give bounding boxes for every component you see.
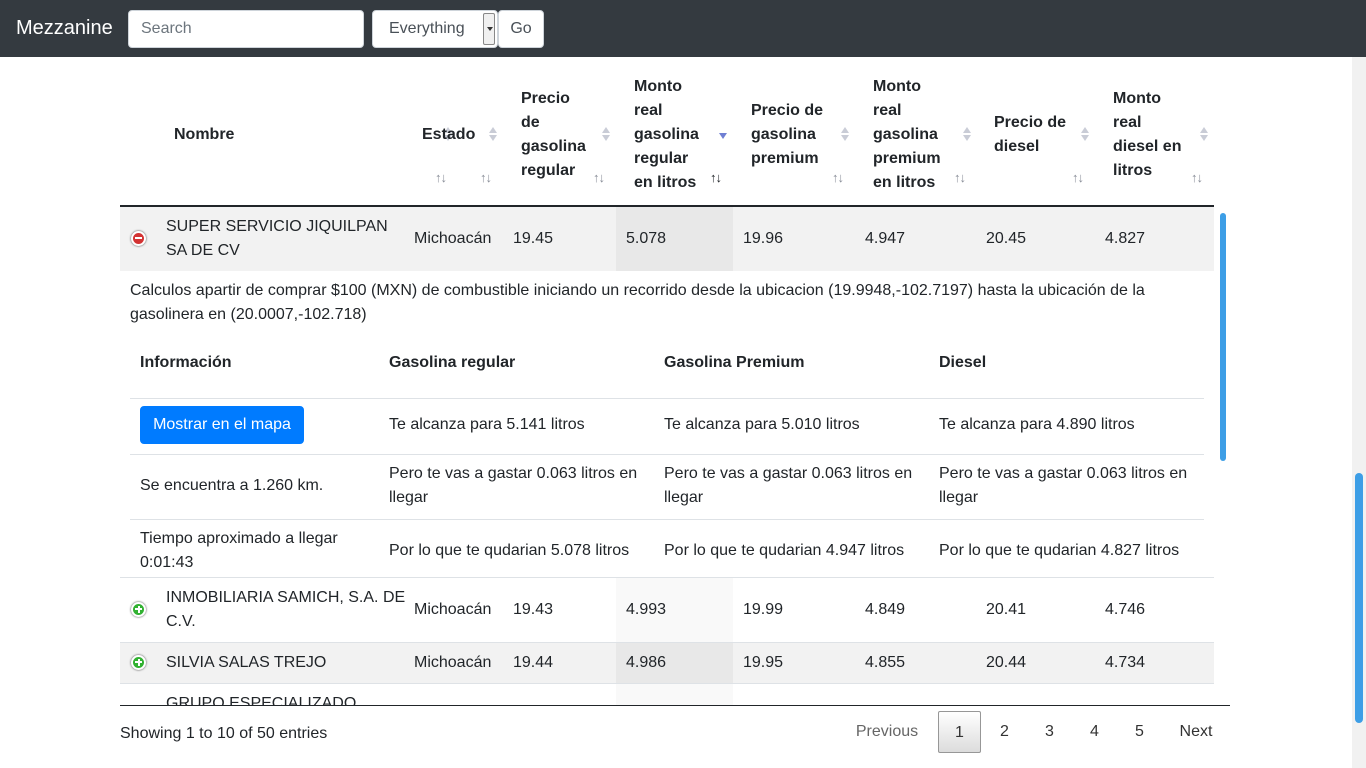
sort-desc-icon — [719, 127, 727, 143]
detail-header-regular: Gasolina regular — [389, 354, 516, 371]
sort-icon — [1200, 127, 1208, 143]
page-button-3[interactable]: 3 — [1028, 711, 1071, 753]
sort-arrows: ↑↓ — [1072, 170, 1084, 185]
column-header-monto-regular[interactable]: Monto real gasolina regular en litros ↑↓ — [634, 57, 730, 205]
table-header: Nombre ↑↓ Estado ↑↓ Precio de gasolina r… — [120, 57, 1214, 207]
chevron-down-icon[interactable] — [483, 13, 495, 45]
detail-description: Calculos apartir de comprar $100 (MXN) d… — [130, 282, 1145, 323]
row-detail: Calculos apartir de comprar $100 (MXN) d… — [120, 271, 1214, 578]
detail-row-gastar: Se encuentra a 1.260 km. Pero te vas a g… — [130, 454, 1204, 519]
column-header-precio-premium[interactable]: Precio de gasolina premium ↑↓ — [751, 57, 853, 205]
pagination: Previous 1 2 3 4 5 Next — [843, 711, 1230, 753]
cell-precio-regular: 19.43 — [513, 601, 554, 618]
collapse-row-icon[interactable] — [131, 231, 146, 246]
table-row[interactable]: GRUPO ESPECIALIZADO — [120, 683, 1214, 706]
page-button-5[interactable]: 5 — [1118, 711, 1161, 753]
detail-header-row: Información Gasolina regular Gasolina Pr… — [130, 347, 1204, 399]
table-row[interactable]: SUPER SERVICIO JIQUILPAN SA DE CV Michoa… — [120, 207, 1214, 271]
search-scope-value: Everything — [389, 20, 465, 37]
cell-monto-diesel: 4.734 — [1105, 654, 1146, 671]
table-scrollbar-thumb[interactable] — [1220, 213, 1226, 461]
cell-monto-regular: 4.993 — [626, 601, 667, 618]
cell-estado: Michoacán — [414, 230, 492, 247]
detail-cell: Por lo que te qudarian 5.078 litros — [389, 542, 630, 559]
sort-arrows: ↑↓ — [710, 170, 722, 185]
sort-icon — [489, 127, 497, 143]
detail-header-informacion: Información — [140, 354, 232, 371]
column-header-precio-regular[interactable]: Precio de gasolina regular ↑↓ — [521, 57, 613, 205]
sort-arrows: ↑↓ — [1191, 170, 1203, 185]
detail-cell: Pero te vas a gastar 0.063 litros en lle… — [389, 465, 638, 506]
cell-nombre: INMOBILIARIA SAMICH, S.A. DE C.V. — [166, 589, 406, 630]
column-header-nombre[interactable]: Nombre ↑↓ — [174, 57, 452, 205]
column-header-estado[interactable]: Estado ↑↓ — [422, 57, 502, 205]
page-button-2[interactable]: 2 — [983, 711, 1026, 753]
navbar: Mezzanine Everything Go — [0, 0, 1366, 57]
next-page-button[interactable]: Next — [1165, 711, 1227, 753]
cell-monto-regular: 5.078 — [626, 230, 667, 247]
detail-cell: Pero te vas a gastar 0.063 litros en lle… — [939, 465, 1188, 506]
cell-monto-diesel: 4.827 — [1105, 230, 1146, 247]
expand-row-icon[interactable] — [131, 602, 146, 617]
cell-precio-diesel: 20.44 — [986, 654, 1027, 671]
cell-precio-premium: 19.95 — [743, 654, 784, 671]
detail-cell: Por lo que te qudarian 4.947 litros — [664, 542, 905, 559]
sort-arrows: ↑↓ — [832, 170, 844, 185]
table-row[interactable]: SILVIA SALAS TREJO Michoacán 19.44 4.986… — [120, 642, 1214, 683]
cell-nombre: GRUPO ESPECIALIZADO — [166, 695, 357, 706]
detail-row-alcanza: Mostrar en el mapa Te alcanza para 5.141… — [130, 399, 1204, 454]
sort-icon — [841, 127, 849, 143]
show-map-button[interactable]: Mostrar en el mapa — [140, 406, 304, 444]
brand-logo[interactable]: Mezzanine — [16, 16, 113, 40]
cell-precio-diesel: 20.41 — [986, 601, 1027, 618]
detail-header-premium: Gasolina Premium — [664, 354, 805, 371]
detail-cell: Te alcanza para 5.141 litros — [389, 416, 585, 433]
entries-info: Showing 1 to 10 of 50 entries — [120, 725, 328, 742]
detail-header-diesel: Diesel — [939, 354, 987, 371]
page-scrollbar-thumb[interactable] — [1355, 473, 1363, 723]
cell-precio-regular: 19.45 — [513, 230, 554, 247]
sort-arrows: ↑↓ — [480, 170, 492, 185]
search-scope-select[interactable]: Everything — [372, 10, 498, 48]
search-input[interactable] — [128, 10, 364, 48]
detail-cell: Te alcanza para 5.010 litros — [664, 416, 860, 433]
table-body[interactable]: SUPER SERVICIO JIQUILPAN SA DE CV Michoa… — [120, 207, 1230, 706]
detail-cell: Pero te vas a gastar 0.063 litros en lle… — [664, 465, 913, 506]
column-header-precio-diesel[interactable]: Precio de diesel ↑↓ — [994, 57, 1091, 205]
cell-monto-premium: 4.947 — [865, 230, 906, 247]
sort-icon — [602, 127, 610, 143]
sort-icon — [1081, 127, 1089, 143]
cell-precio-diesel: 20.45 — [986, 230, 1027, 247]
cell-monto-premium: 4.855 — [865, 654, 906, 671]
detail-cell: Por lo que te qudarian 4.827 litros — [939, 542, 1180, 559]
cell-nombre: SUPER SERVICIO JIQUILPAN SA DE CV — [166, 218, 388, 259]
table-row[interactable]: INMOBILIARIA SAMICH, S.A. DE C.V. Michoa… — [120, 577, 1214, 642]
cell-estado: Michoacán — [414, 601, 492, 618]
sort-arrows: ↑↓ — [593, 170, 605, 185]
sort-icon — [963, 127, 971, 143]
detail-cell: Te alcanza para 4.890 litros — [939, 416, 1135, 433]
page-scrollbar[interactable] — [1352, 57, 1366, 768]
detail-table: Información Gasolina regular Gasolina Pr… — [130, 347, 1204, 571]
cell-monto-regular: 4.986 — [626, 654, 667, 671]
page-button-1[interactable]: 1 — [938, 711, 981, 753]
detail-row-quedarian: Tiempo aproximado a llegar 0:01:43 Por l… — [130, 519, 1204, 583]
cell-monto-premium: 4.849 — [865, 601, 906, 618]
detail-time: Tiempo aproximado a llegar 0:01:43 — [140, 530, 338, 571]
sort-arrows: ↑↓ — [954, 170, 966, 185]
cell-monto-diesel: 4.746 — [1105, 601, 1146, 618]
detail-distance: Se encuentra a 1.260 km. — [140, 477, 324, 494]
expand-row-icon[interactable] — [131, 655, 146, 670]
cell-estado: Michoacán — [414, 654, 492, 671]
cell-precio-premium: 19.96 — [743, 230, 784, 247]
cell-precio-premium: 19.99 — [743, 601, 784, 618]
cell-precio-regular: 19.44 — [513, 654, 554, 671]
go-button[interactable]: Go — [498, 10, 544, 48]
page-button-4[interactable]: 4 — [1073, 711, 1116, 753]
column-header-monto-premium[interactable]: Monto real gasolina premium en litros ↑↓ — [873, 57, 972, 205]
column-header-monto-diesel[interactable]: Monto real diesel en litros ↑↓ — [1113, 57, 1210, 205]
cell-nombre: SILVIA SALAS TREJO — [166, 654, 327, 671]
previous-page-button[interactable]: Previous — [843, 711, 931, 753]
